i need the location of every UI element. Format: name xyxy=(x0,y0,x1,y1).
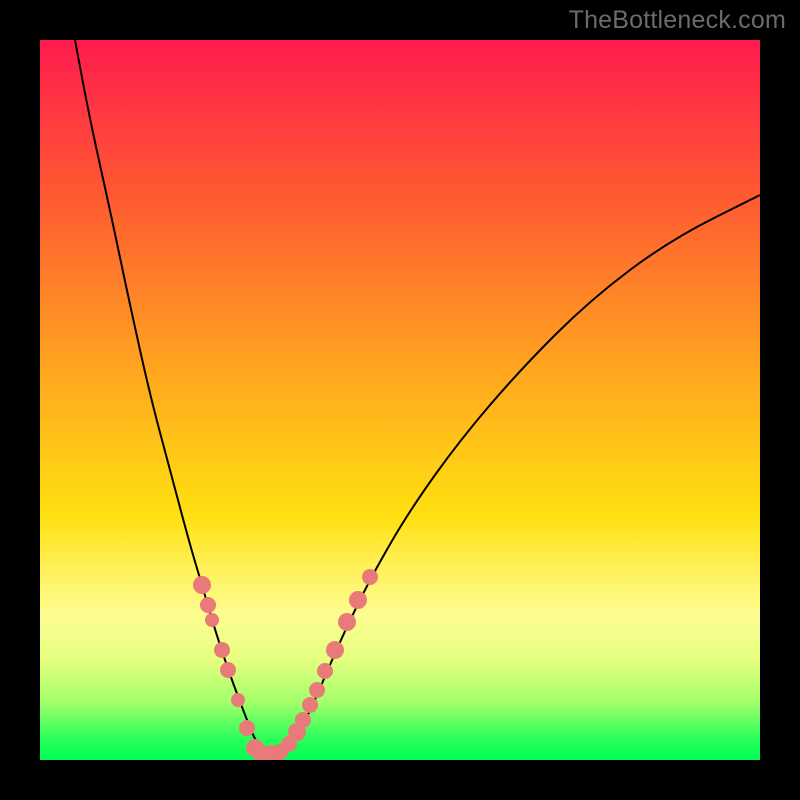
marker-dot xyxy=(205,613,219,627)
marker-dot xyxy=(317,663,333,679)
marker-dot xyxy=(214,642,230,658)
marker-dot xyxy=(193,576,211,594)
marker-dot xyxy=(302,697,318,713)
plot-area xyxy=(40,40,760,760)
marker-dot xyxy=(295,712,311,728)
curve-lines xyxy=(75,40,760,755)
curve-svg xyxy=(40,40,760,760)
curve-right xyxy=(265,195,760,755)
watermark-text: TheBottleneck.com xyxy=(569,6,786,35)
marker-dot xyxy=(231,693,245,707)
marker-dots xyxy=(193,569,378,760)
marker-dot xyxy=(309,682,325,698)
chart-frame: TheBottleneck.com xyxy=(0,0,800,800)
marker-dot xyxy=(338,613,356,631)
marker-dot xyxy=(239,720,255,736)
marker-dot xyxy=(220,662,236,678)
marker-dot xyxy=(349,591,367,609)
marker-dot xyxy=(326,641,344,659)
marker-dot xyxy=(200,597,216,613)
curve-left xyxy=(75,40,265,755)
marker-dot xyxy=(362,569,378,585)
